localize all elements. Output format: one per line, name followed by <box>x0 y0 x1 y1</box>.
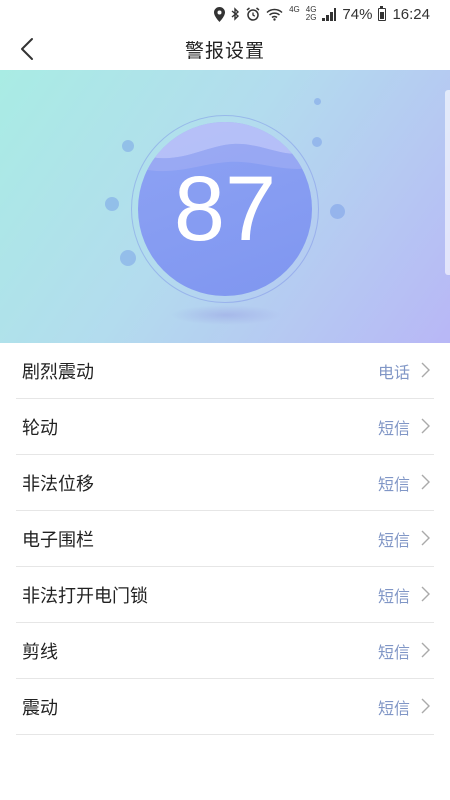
alarm-label: 电子围栏 <box>22 529 94 551</box>
signal-icon <box>322 7 337 21</box>
location-icon <box>214 6 226 22</box>
alarm-notify-method: 短信 <box>377 530 410 550</box>
alarm-label: 剪线 <box>22 641 58 663</box>
score-value: 87 <box>173 157 277 260</box>
decor-bubble <box>314 98 321 105</box>
alarm-settings-list: 剧烈震动 电话 轮动 短信 非法位移 短信 电子围栏 短信 非法打开电门锁 短信… <box>0 343 450 735</box>
chevron-right-icon <box>421 698 430 714</box>
alarm-row-vibration[interactable]: 震动 短信 <box>16 679 434 735</box>
score-panel: 87 <box>0 70 450 343</box>
chevron-right-icon <box>421 642 430 658</box>
alarm-row-illegal-ignition[interactable]: 非法打开电门锁 短信 <box>16 567 434 623</box>
alarm-row-wire-cut[interactable]: 剪线 短信 <box>16 623 434 679</box>
chevron-right-icon <box>421 586 430 602</box>
alarm-label: 非法打开电门锁 <box>22 585 148 607</box>
chevron-right-icon <box>421 418 430 434</box>
alarm-notify-method: 短信 <box>377 586 410 606</box>
alarm-row-wheel-motion[interactable]: 轮动 短信 <box>16 399 434 455</box>
chevron-right-icon <box>421 362 430 378</box>
alarm-label: 非法位移 <box>22 473 94 495</box>
decor-bubble <box>312 137 322 147</box>
alarm-label: 轮动 <box>22 417 58 439</box>
chevron-right-icon <box>421 530 430 546</box>
network-type-indicator: 4G <box>289 5 300 14</box>
decor-bubble <box>330 204 345 219</box>
alarm-label: 震动 <box>22 697 58 719</box>
alarm-row-violent-vibration[interactable]: 剧烈震动 电话 <box>16 343 434 399</box>
alarm-notify-method: 短信 <box>377 474 410 494</box>
back-button[interactable] <box>10 32 44 66</box>
scroll-edge-indicator <box>445 90 450 275</box>
battery-icon <box>378 5 387 21</box>
battery-percentage: 74% <box>342 5 373 23</box>
chevron-right-icon <box>421 474 430 490</box>
alarm-notify-method: 短信 <box>377 418 410 438</box>
decor-bubble <box>105 197 119 211</box>
network-type-indicator-2: 4G 2G <box>305 5 317 22</box>
alarm-notify-method: 短信 <box>377 698 410 718</box>
status-bar: 4G 4G 2G 74% 16:24 <box>0 0 450 28</box>
decor-bubble <box>122 140 134 152</box>
bluetooth-icon <box>231 7 240 21</box>
alarm-notify-method: 短信 <box>377 642 410 662</box>
decor-bubble <box>120 250 136 266</box>
page-title: 警报设置 <box>184 39 265 62</box>
wifi-icon <box>266 8 283 21</box>
score-shadow <box>170 305 282 325</box>
chevron-left-icon <box>21 38 33 60</box>
alarm-row-illegal-displacement[interactable]: 非法位移 短信 <box>16 455 434 511</box>
clock: 16:24 <box>392 5 430 23</box>
alarm-notify-method: 电话 <box>377 362 410 382</box>
alarm-row-geofence[interactable]: 电子围栏 短信 <box>16 511 434 567</box>
navigation-bar: 警报设置 <box>0 28 450 70</box>
alarm-label: 剧烈震动 <box>22 361 94 383</box>
alarm-icon <box>246 7 260 21</box>
